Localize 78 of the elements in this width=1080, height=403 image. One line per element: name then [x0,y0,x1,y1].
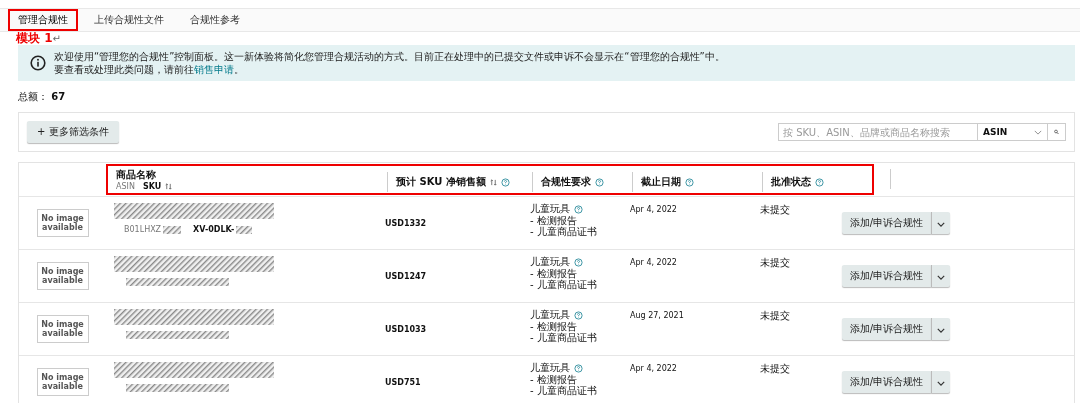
help-icon[interactable] [815,177,824,187]
tab[interactable]: 上传合规性文件 [84,9,174,31]
caret-icon [937,380,945,386]
column-header: 预计 SKU 净销售额 [396,175,486,189]
document-item: - 儿童商品证书 [530,226,598,237]
placeholder-text: No image available [40,214,85,232]
caret-icon [937,327,945,333]
search-type-dropdown[interactable]: ASIN [978,123,1048,141]
help-icon[interactable] [685,177,694,187]
status-text: 未提交 [760,310,790,321]
search-icon [1054,128,1059,136]
status-text: 未提交 [760,363,790,374]
due-date: Apr 4, 2022 [630,205,677,214]
add-compliance-button[interactable]: 添加/申诉合规性 [841,318,931,340]
requirement-text: 儿童玩具 [530,203,570,215]
placeholder-text: No image available [40,373,85,391]
info-icon [30,55,46,71]
status-text: 未提交 [760,204,790,215]
search-field[interactable]: 按 SKU、ASIN、品牌或商品名称搜索 [778,123,978,141]
help-icon[interactable] [574,204,583,214]
help-icon[interactable] [500,177,510,187]
due-date: Aug 27, 2021 [630,311,684,320]
sales-value: USD1332 [385,218,427,228]
annotation-label: 模块 1 [16,30,53,47]
redaction-bar [163,225,182,234]
help-icon[interactable] [574,310,583,320]
document-item: - 儿童商品证书 [530,332,598,343]
dropdown-button[interactable] [931,212,950,234]
sort-icon[interactable] [165,182,173,191]
return-mark: ↵ [52,33,61,44]
due-date: Apr 4, 2022 [630,258,677,267]
chevron-icon [1034,129,1042,135]
document-item: - 检测报告 [530,215,578,226]
help-icon[interactable] [595,177,604,187]
column-subheader: ASIN [116,182,135,191]
column-header: 合规性要求 [541,175,591,189]
sales-value: USD751 [385,377,421,387]
requirement-text: 儿童玩具 [530,256,570,268]
asin-text: B01LHXZ [124,225,162,234]
caret-icon [937,274,945,280]
tab[interactable]: 管理合规性 [8,9,78,31]
document-item: - 检测报告 [530,321,578,332]
sort-icon[interactable] [489,177,497,187]
document-item: - 检测报告 [530,374,578,385]
column-header: 截止日期 [641,175,681,189]
status-text: 未提交 [760,257,790,268]
more-filters-button[interactable]: + 更多筛选条件 [27,121,119,143]
add-compliance-button[interactable]: 添加/申诉合规性 [841,212,931,234]
sales-request-link[interactable]: 销售申请 [194,64,234,75]
due-date: Apr 4, 2022 [630,364,677,373]
dropdown-button[interactable] [931,265,950,287]
document-item: - 检测报告 [530,268,578,279]
add-compliance-button[interactable]: 添加/申诉合规性 [841,265,931,287]
sales-value: USD1033 [385,324,427,334]
column-header: 商品名称 [116,168,156,182]
column-subheader: SKU [142,182,162,191]
document-item: - 儿童商品证书 [530,279,598,290]
dropdown-button[interactable] [931,371,950,393]
help-icon[interactable] [574,257,583,267]
add-compliance-button[interactable]: 添加/申诉合规性 [841,371,931,393]
info-text: 欢迎使用“管理您的合规性”控制面板。这一新体验将简化您管理合规活动的方式。目前正在处理中的已提交文件或申诉不会显示在“管理您的合规性”中。 [54,50,725,63]
info-text: 要查看或处理此类问题，请前往销售申请。 [54,63,245,76]
requirement-text: 儿童玩具 [530,362,570,374]
requirement-text: 儿童玩具 [530,309,570,321]
caret-icon [937,221,945,227]
redaction-bar [236,225,253,234]
column-header: 批准状态 [771,175,811,189]
tab[interactable]: 合规性参考 [180,9,250,31]
help-icon[interactable] [574,363,583,373]
sales-value: USD1247 [385,271,427,281]
document-item: - 儿童商品证书 [530,385,598,396]
total-value: 67 [51,91,66,102]
dropdown-button[interactable] [931,318,950,340]
placeholder-text: No image available [40,320,85,338]
sku-text: XV-0DLK- [193,225,235,234]
total-label: 总额： [18,91,48,102]
placeholder-text: No image available [40,267,85,285]
search-button[interactable] [1048,123,1066,141]
